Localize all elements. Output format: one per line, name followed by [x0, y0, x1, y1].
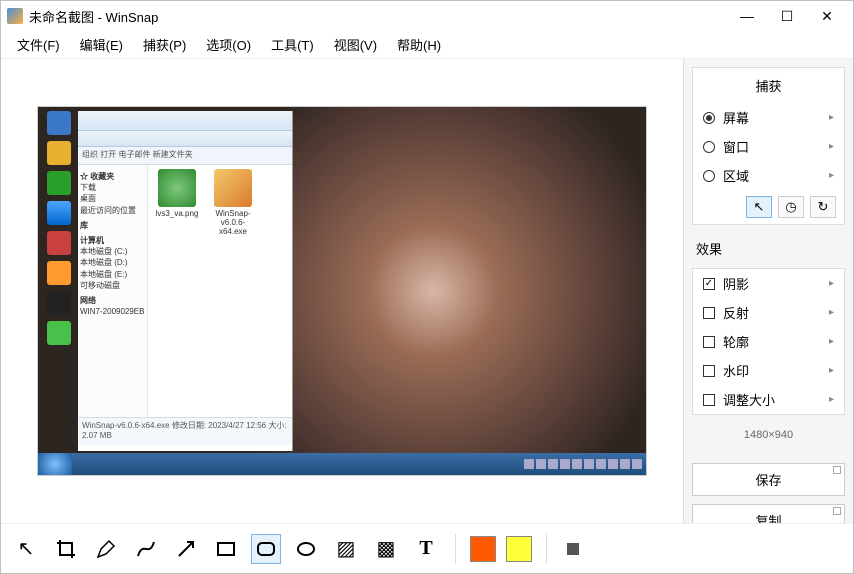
capture-screen-option[interactable]: 屏幕 ▸ [693, 103, 844, 132]
menu-help[interactable]: 帮助(H) [389, 31, 449, 58]
bottom-toolbar: ↖ ▨ ▩ T [1, 523, 853, 573]
chevron-icon: ▸ [829, 394, 834, 405]
ellipse-tool[interactable] [291, 534, 321, 564]
effects-title: 效果 [692, 233, 845, 260]
sidebar: 捕获 屏幕 ▸ 窗口 ▸ 区域 ▸ ↖ ◷ ↻ [683, 59, 853, 523]
capture-window-option[interactable]: 窗口 ▸ [693, 132, 844, 161]
hatch-tool[interactable]: ▨ [331, 534, 361, 564]
toolbar-divider [546, 534, 547, 564]
app-icon [7, 8, 23, 24]
dimensions-label: 1480×940 [692, 423, 845, 447]
menu-edit[interactable]: 编辑(E) [72, 31, 131, 58]
radio-icon [703, 112, 715, 124]
effect-reflection[interactable]: 反射 ▸ [693, 298, 844, 327]
dropdown-corner-icon [833, 507, 841, 515]
taskbar [38, 453, 646, 475]
dropdown-corner-icon [833, 466, 841, 474]
explorer-window: 组织 打开 电子邮件 新建文件夹 ☆ 收藏夹 下载 桌面 最近访问的位置 库 计… [78, 111, 293, 451]
explorer-toolbar: 组织 打开 电子邮件 新建文件夹 [78, 147, 292, 165]
desktop-icons [40, 111, 78, 345]
desktop-icon [47, 111, 71, 135]
checkbox-icon [703, 336, 715, 348]
window-title: 未命名截图 - WinSnap [29, 7, 727, 26]
menu-capture[interactable]: 捕获(P) [135, 31, 194, 58]
desktop-icon [47, 201, 71, 225]
chevron-icon: ▸ [829, 112, 834, 123]
chevron-icon: ▸ [829, 170, 834, 181]
text-tool[interactable]: T [411, 534, 441, 564]
chevron-icon: ▸ [829, 365, 834, 376]
menu-options[interactable]: 选项(O) [198, 31, 259, 58]
menu-view[interactable]: 视图(V) [326, 31, 385, 58]
repeat-mode-button[interactable]: ↻ [810, 196, 836, 218]
file-item: WinSnap-v6.0.6-x64.exe [208, 169, 258, 236]
effect-outline[interactable]: 轮廓 ▸ [693, 327, 844, 356]
close-button[interactable]: ✕ [807, 2, 847, 30]
checkbox-icon [703, 278, 715, 290]
effect-watermark[interactable]: 水印 ▸ [693, 356, 844, 385]
pointer-tool[interactable]: ↖ [11, 534, 41, 564]
toolbar-divider [455, 534, 456, 564]
arrow-tool[interactable] [171, 534, 201, 564]
menu-bar: 文件(F) 编辑(E) 捕获(P) 选项(O) 工具(T) 视图(V) 帮助(H… [1, 31, 853, 59]
png-icon [158, 169, 196, 207]
pen-tool[interactable] [91, 534, 121, 564]
save-button[interactable]: 保存 [692, 463, 845, 496]
desktop-icon [47, 141, 71, 165]
effect-resize[interactable]: 调整大小 ▸ [693, 385, 844, 414]
curve-tool[interactable] [131, 534, 161, 564]
capture-region-option[interactable]: 区域 ▸ [693, 161, 844, 190]
file-item: lvs3_va.png [152, 169, 202, 218]
exe-icon [214, 169, 252, 207]
color-swatch-yellow[interactable] [506, 536, 532, 562]
minimize-button[interactable]: — [727, 2, 767, 30]
start-button [38, 453, 72, 475]
checkbox-icon [703, 394, 715, 406]
desktop-icon [47, 231, 71, 255]
desktop-icon [47, 171, 71, 195]
preview-area: 组织 打开 电子邮件 新建文件夹 ☆ 收藏夹 下载 桌面 最近访问的位置 库 计… [1, 59, 683, 523]
desktop-icon [47, 291, 71, 315]
explorer-status: WinSnap-v6.0.6-x64.exe 修改日期: 2023/4/27 1… [78, 417, 292, 445]
roundrect-tool[interactable] [251, 534, 281, 564]
desktop-icon [47, 321, 71, 345]
crop-tool[interactable] [51, 534, 81, 564]
explorer-address [78, 131, 292, 147]
explorer-titlebar [78, 111, 292, 131]
checkbox-icon [703, 307, 715, 319]
menu-file[interactable]: 文件(F) [9, 31, 68, 58]
chevron-icon: ▸ [829, 141, 834, 152]
copy-button[interactable]: 复制 [692, 504, 845, 523]
timer-mode-button[interactable]: ◷ [778, 196, 804, 218]
capture-button[interactable]: 捕获 [693, 68, 844, 103]
effect-shadow[interactable]: 阴影 ▸ [693, 269, 844, 298]
desktop-icon [47, 261, 71, 285]
title-bar: 未命名截图 - WinSnap — ☐ ✕ [1, 1, 853, 31]
radio-icon [703, 141, 715, 153]
maximize-button[interactable]: ☐ [767, 2, 807, 30]
screenshot-thumbnail[interactable]: 组织 打开 电子邮件 新建文件夹 ☆ 收藏夹 下载 桌面 最近访问的位置 库 计… [37, 106, 647, 476]
pointer-mode-button[interactable]: ↖ [746, 196, 772, 218]
color-swatch-orange[interactable] [470, 536, 496, 562]
rect-tool[interactable] [211, 534, 241, 564]
chevron-icon: ▸ [829, 278, 834, 289]
stroke-size-indicator[interactable] [567, 543, 579, 555]
menu-tools[interactable]: 工具(T) [263, 31, 322, 58]
checker-tool[interactable]: ▩ [371, 534, 401, 564]
explorer-content: lvs3_va.png WinSnap-v6.0.6-x64.exe [148, 165, 292, 417]
radio-icon [703, 170, 715, 182]
explorer-tree: ☆ 收藏夹 下载 桌面 最近访问的位置 库 计算机 本地磁盘 (C:) 本地磁盘… [78, 165, 148, 417]
chevron-icon: ▸ [829, 336, 834, 347]
chevron-icon: ▸ [829, 307, 834, 318]
checkbox-icon [703, 365, 715, 377]
